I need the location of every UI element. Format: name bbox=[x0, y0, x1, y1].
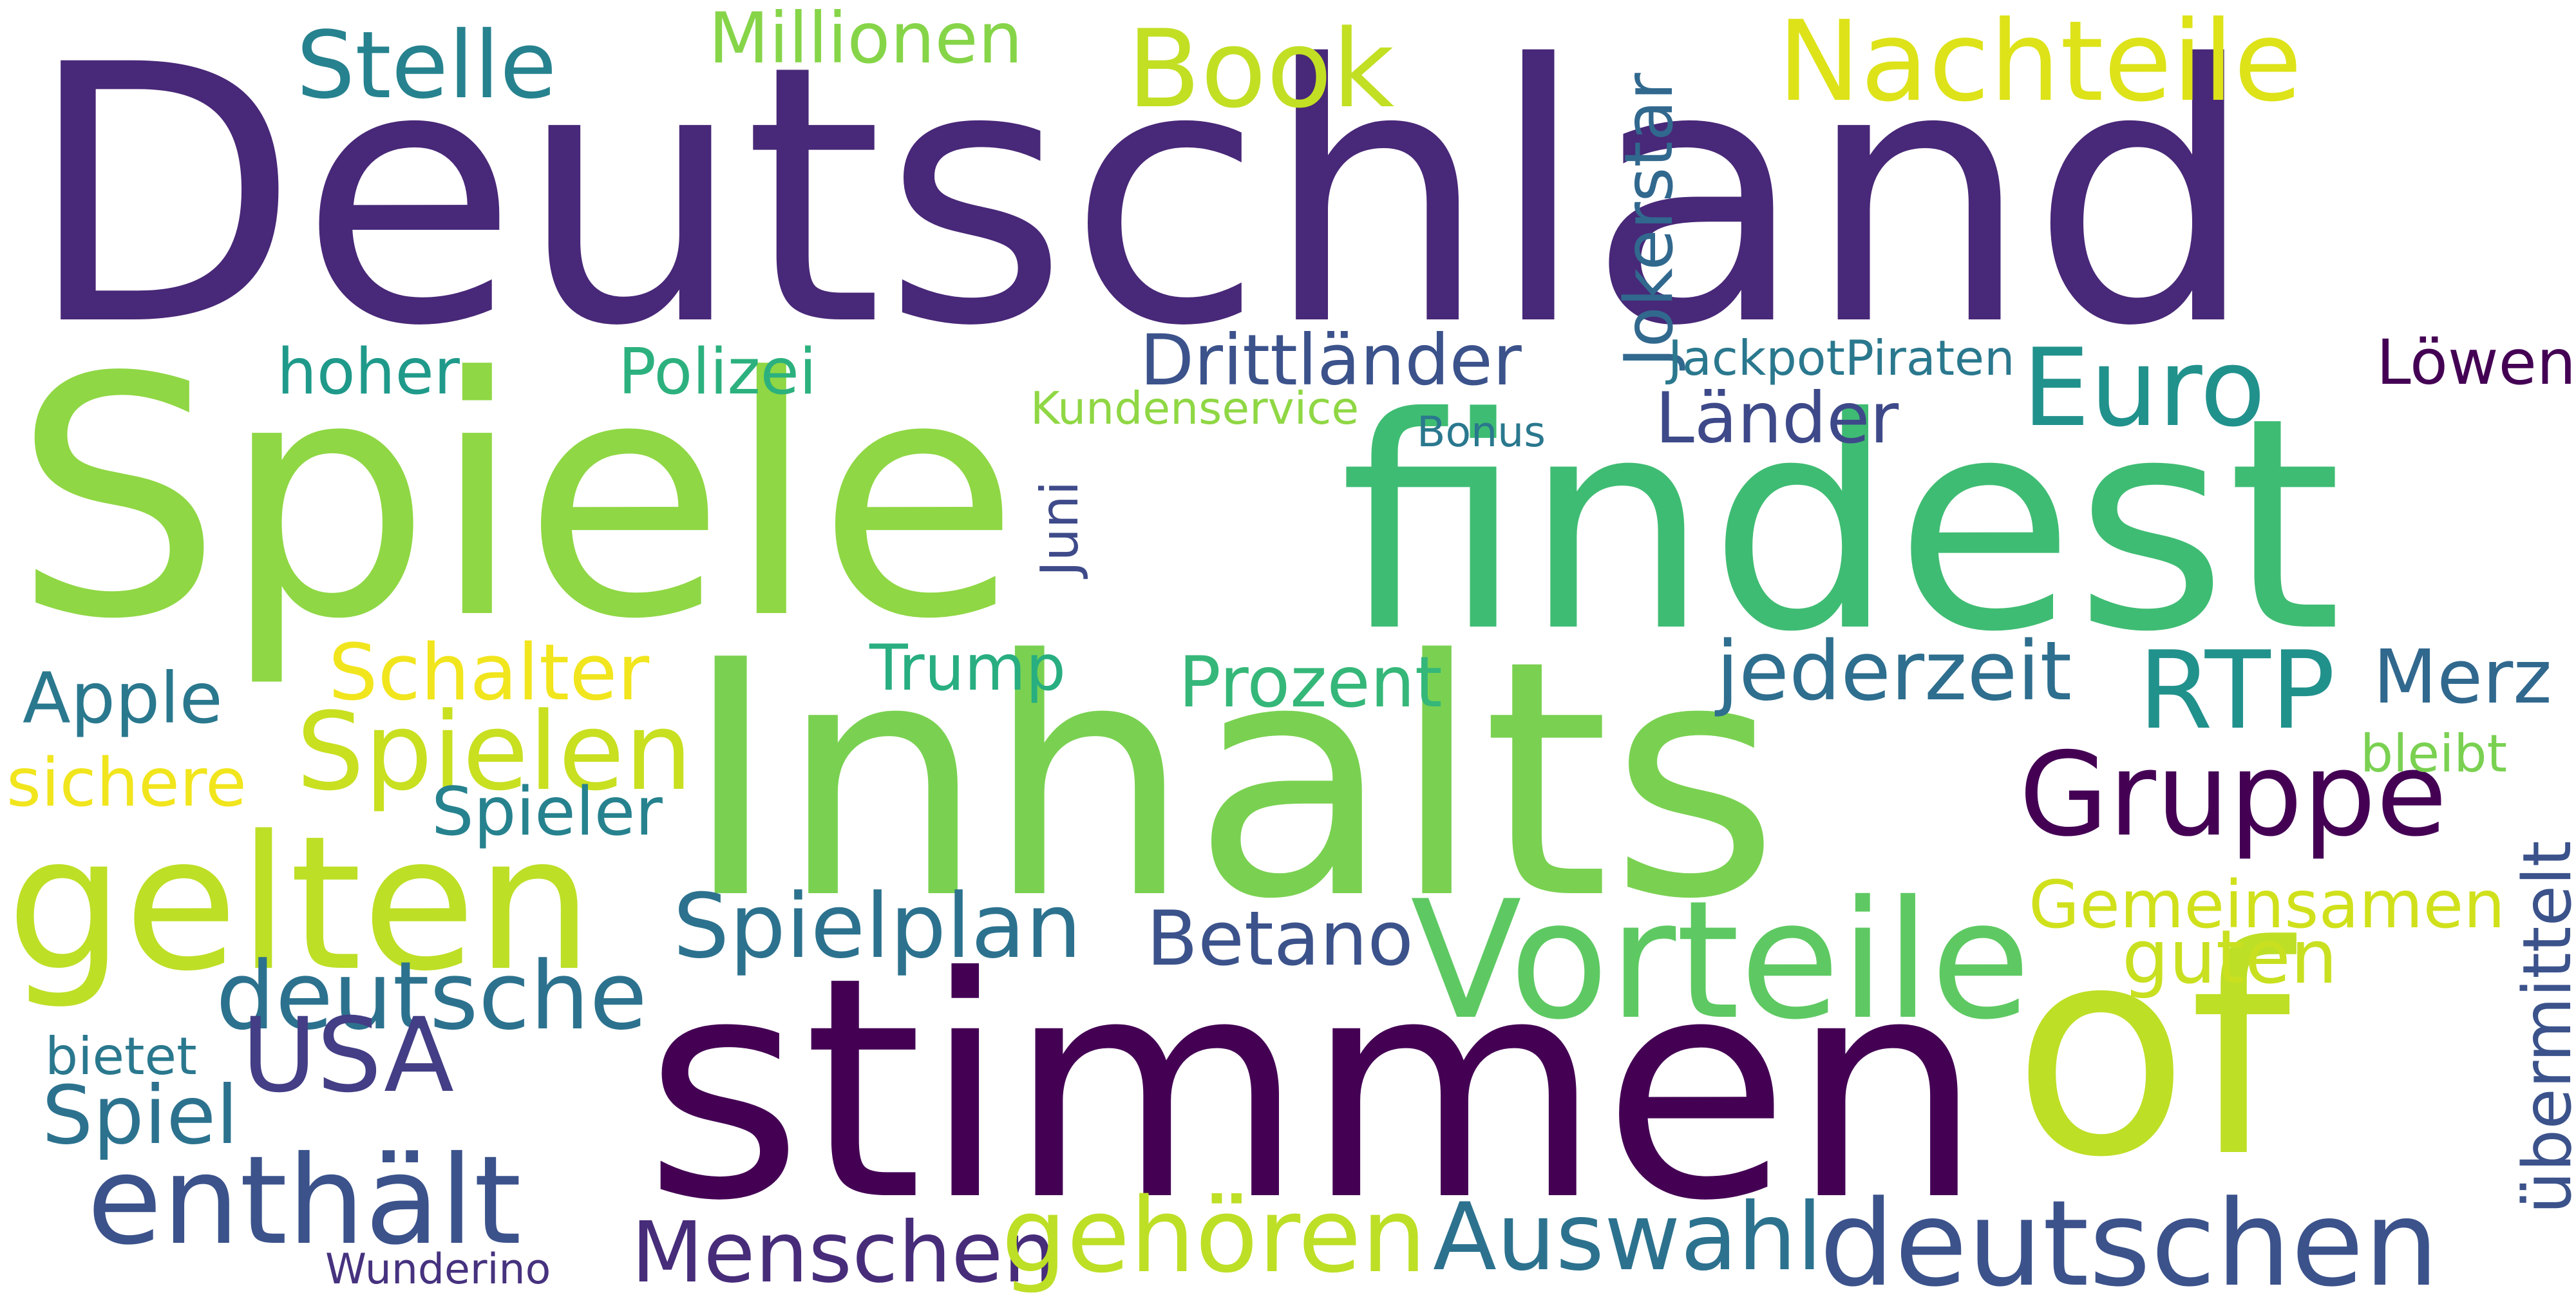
word: Spieler bbox=[431, 773, 663, 851]
word: Spielplan bbox=[673, 874, 1082, 978]
word: bleibt bbox=[2360, 723, 2508, 784]
word: Betano bbox=[1146, 895, 1414, 983]
word: Euro bbox=[2022, 326, 2266, 451]
word: Prozent bbox=[1179, 641, 1443, 723]
word: Kundenservice bbox=[1030, 383, 1359, 435]
word: JackpotPiraten bbox=[1668, 330, 2015, 386]
word: Juni bbox=[1029, 480, 1090, 576]
word: Wunderino bbox=[325, 1245, 551, 1294]
word: Menschen bbox=[631, 1204, 1057, 1301]
word: Trump bbox=[869, 632, 1066, 705]
word: Book bbox=[1127, 7, 1395, 132]
word: Polizei bbox=[618, 335, 817, 409]
word: Jokerstar bbox=[1611, 73, 1688, 367]
word: Millionen bbox=[708, 0, 1023, 79]
word: gehören bbox=[1001, 1176, 1427, 1296]
word: Auswahl bbox=[1433, 1184, 1823, 1292]
word-cloud: Deutschland Spiele findest Inhalts stimmen of… bbox=[0, 0, 2576, 1303]
word: jederzeit bbox=[1716, 624, 2072, 719]
word: hoher bbox=[277, 335, 460, 409]
word: Länder bbox=[1655, 377, 1899, 459]
word: sichere bbox=[6, 744, 247, 822]
word: Bonus bbox=[1417, 408, 1546, 457]
word: übermittelt bbox=[2509, 840, 2576, 1214]
word: USA bbox=[242, 996, 455, 1115]
word: Löwen bbox=[2376, 326, 2576, 399]
word: deutschen bbox=[1819, 1175, 2439, 1313]
word: enthält bbox=[87, 1129, 522, 1272]
word: guten bbox=[2122, 914, 2338, 1001]
word: Nachteile bbox=[1777, 0, 2302, 126]
word: Vorteile bbox=[1410, 865, 2031, 1055]
word: Merz bbox=[2373, 634, 2552, 721]
word: Stelle bbox=[296, 12, 557, 119]
word: Apple bbox=[23, 657, 223, 739]
